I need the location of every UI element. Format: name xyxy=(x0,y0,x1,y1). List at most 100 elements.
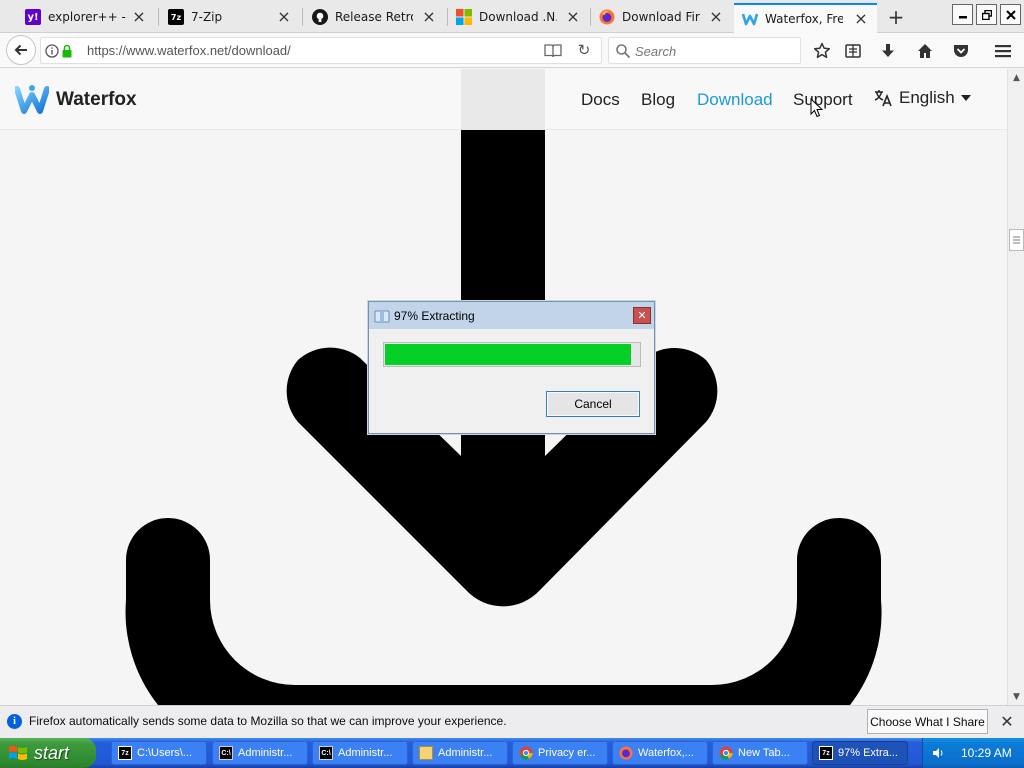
taskbar-item-label: Administr... xyxy=(338,747,393,759)
start-label: start xyxy=(34,742,70,763)
extraction-dialog: 97% Extracting ✕ Cancel xyxy=(368,301,655,434)
search-bar[interactable] xyxy=(608,37,801,64)
close-icon[interactable]: × xyxy=(131,7,147,26)
tab-strip: y! explorer++ - ... × 7z 7-Zip × Release… xyxy=(0,0,1024,33)
brand-name[interactable]: Waterfox xyxy=(56,89,137,111)
yahoo-icon: y! xyxy=(25,9,41,25)
taskbar-item-label: Administr... xyxy=(238,747,293,759)
choose-what-i-share-button[interactable]: Choose What I Share xyxy=(867,709,988,734)
url-bar[interactable]: https://www.waterfox.net/download/ ↻ xyxy=(40,37,602,64)
new-tab-button[interactable]: + xyxy=(885,5,907,29)
back-arrow-icon xyxy=(14,44,27,56)
start-button[interactable]: start xyxy=(0,738,96,768)
tab-explorer[interactable]: y! explorer++ - ... × xyxy=(17,3,155,31)
volume-icon[interactable] xyxy=(931,746,945,760)
back-button[interactable] xyxy=(6,35,36,65)
scroll-down-arrow[interactable]: ▼ xyxy=(1008,688,1024,705)
navigation-toolbar: https://www.waterfox.net/download/ ↻ xyxy=(0,33,1024,68)
waterfox-logo[interactable] xyxy=(15,83,49,115)
restore-button[interactable] xyxy=(976,4,997,25)
home-button[interactable] xyxy=(911,37,939,65)
tab-waterfox[interactable]: Waterfox, Fre... × xyxy=(734,3,877,33)
archive-icon xyxy=(374,310,390,322)
grip-icon xyxy=(1013,236,1020,244)
7zip-icon: 7z xyxy=(118,746,132,760)
menu-button[interactable] xyxy=(989,37,1017,65)
chrome-icon xyxy=(519,746,533,760)
scroll-thumb[interactable] xyxy=(1009,229,1024,251)
language-selector[interactable]: English xyxy=(873,88,971,108)
microsoft-icon xyxy=(456,9,472,25)
close-icon[interactable]: × xyxy=(708,7,724,26)
firefox-icon xyxy=(619,746,633,760)
taskbar-item[interactable]: C:\ Administr... xyxy=(312,741,408,765)
cmd-icon: C:\ xyxy=(219,746,233,760)
scroll-up-arrow[interactable]: ▲ xyxy=(1008,69,1024,86)
star-icon xyxy=(813,42,831,59)
cancel-button[interactable]: Cancel xyxy=(546,391,640,417)
taskbar-item-label: Privacy er... xyxy=(538,747,596,759)
7zip-icon: 7z xyxy=(168,9,184,25)
tab-label: 7-Zip xyxy=(191,10,223,24)
taskbar-item-label: C:\Users\... xyxy=(137,747,193,759)
language-label: English xyxy=(899,88,955,107)
taskbar-item[interactable]: 7z C:\Users\... xyxy=(111,741,207,765)
waterfox-icon xyxy=(742,11,758,27)
home-icon xyxy=(918,44,932,58)
nav-docs[interactable]: Docs xyxy=(581,90,620,110)
downloads-button[interactable] xyxy=(874,37,902,65)
taskbar-item-label: Waterfox,... xyxy=(638,747,694,759)
tab-label: explorer++ - ... xyxy=(48,10,126,24)
reload-icon[interactable]: ↻ xyxy=(575,41,593,59)
taskbar-item[interactable]: New Tab... xyxy=(712,741,808,765)
search-input[interactable] xyxy=(635,42,795,60)
vertical-scrollbar[interactable]: ▲ ▼ xyxy=(1007,69,1024,705)
bookmark-star-button[interactable] xyxy=(808,37,836,65)
taskbar-item-active[interactable]: 7z 97% Extra... xyxy=(812,741,908,765)
tab-firefox[interactable]: Download Fir... × xyxy=(591,3,732,31)
tab-microsoft[interactable]: Download .N... × xyxy=(448,3,589,31)
taskbar-item[interactable]: C:\ Administr... xyxy=(212,741,308,765)
close-icon[interactable]: × xyxy=(565,7,581,26)
close-icon[interactable]: ✕ xyxy=(633,307,651,324)
dialog-title-bar[interactable]: 97% Extracting ✕ xyxy=(369,302,654,329)
restore-icon xyxy=(981,9,992,20)
minimize-button[interactable] xyxy=(952,4,973,25)
7zip-icon: 7z xyxy=(819,746,833,760)
github-icon xyxy=(312,9,328,25)
tab-label: Download Fir... xyxy=(622,10,700,24)
close-icon[interactable]: × xyxy=(276,7,292,26)
notification-text: Firefox automatically sends some data to… xyxy=(29,714,507,728)
site-header: Waterfox Docs Blog Download Support Engl… xyxy=(0,69,1007,130)
close-icon[interactable]: × xyxy=(853,9,869,28)
reader-view-icon[interactable] xyxy=(544,43,562,59)
lock-icon xyxy=(62,44,72,58)
caret-down-icon xyxy=(960,95,971,101)
mouse-cursor-icon xyxy=(810,98,824,118)
chrome-icon xyxy=(719,746,733,760)
progress-fill xyxy=(385,344,632,365)
tab-github[interactable]: Release Retro... × xyxy=(304,3,445,31)
taskbar-item[interactable]: Administr... xyxy=(412,741,508,765)
nav-download[interactable]: Download xyxy=(697,90,773,110)
clock[interactable]: 10:29 AM xyxy=(961,746,1012,760)
translate-icon xyxy=(874,90,892,107)
tab-label: Waterfox, Fre... xyxy=(765,12,843,26)
close-window-button[interactable] xyxy=(1000,4,1021,25)
progress-bar xyxy=(383,342,641,367)
taskbar-item[interactable]: Privacy er... xyxy=(512,741,608,765)
tab-7zip[interactable]: 7z 7-Zip × xyxy=(160,3,300,31)
taskbar-item-label: 97% Extra... xyxy=(838,747,898,759)
pocket-button[interactable] xyxy=(947,37,975,65)
close-icon[interactable]: × xyxy=(421,7,437,26)
windows-flag-icon xyxy=(9,746,27,760)
taskbar-item[interactable]: Waterfox,... xyxy=(612,741,708,765)
info-icon: i xyxy=(7,714,22,729)
nav-blog[interactable]: Blog xyxy=(641,90,675,110)
library-button[interactable] xyxy=(839,37,867,65)
taskbar-item-label: Administr... xyxy=(438,747,493,759)
info-icon[interactable] xyxy=(44,43,60,59)
url-text: https://www.waterfox.net/download/ xyxy=(87,43,291,58)
tab-label: Release Retro... xyxy=(335,10,413,24)
close-icon[interactable]: ✕ xyxy=(998,712,1016,731)
